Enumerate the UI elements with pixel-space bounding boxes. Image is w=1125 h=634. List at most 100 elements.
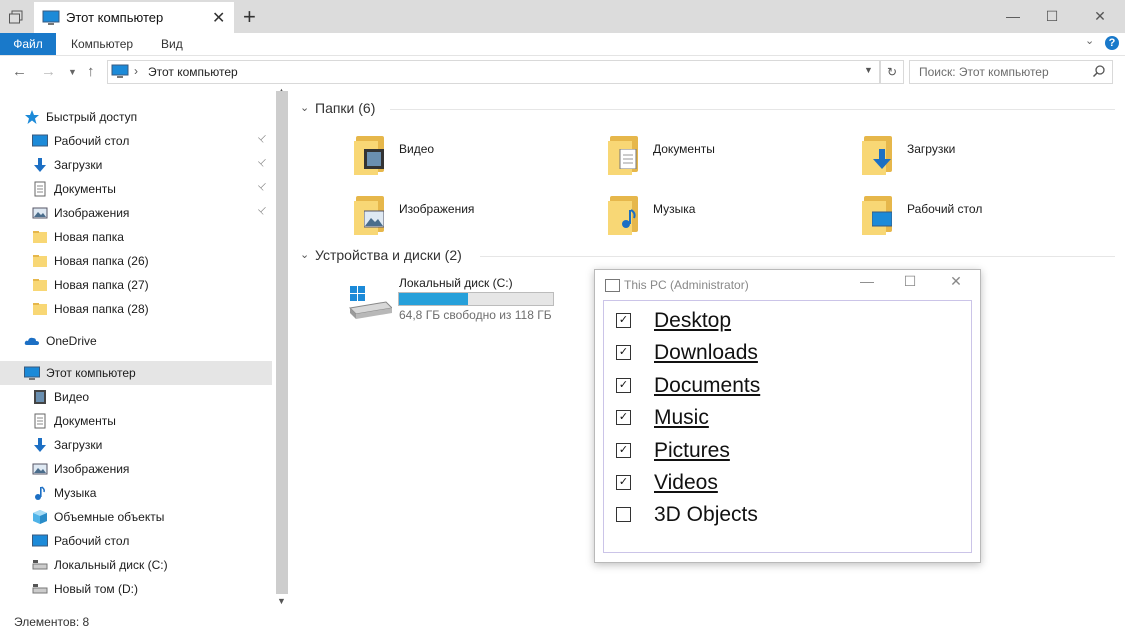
option-label[interactable]: Documents [654,374,760,398]
checkbox[interactable]: ✓ [616,475,631,490]
nav-pc-item[interactable]: Объемные объекты [0,505,272,529]
option-row[interactable]: 3D Objects [616,500,956,530]
nav-quick-item[interactable]: Загрузки ⊥ [0,153,272,177]
option-label[interactable]: Downloads [654,341,758,365]
back-arrow-icon[interactable]: ← [12,63,27,80]
nav-pc-item[interactable]: Изображения [0,457,272,481]
nav-label: Новая папка (27) [54,278,149,292]
nav-quick-item[interactable]: Новая папка (27) [0,273,272,297]
address-dropdown-icon[interactable]: ▼ [864,65,873,75]
nav-label: Видео [54,390,90,404]
ribbon-collapse-icon[interactable]: ⌄ [1085,34,1094,47]
nav-quick-item[interactable]: Новая папка [0,225,272,249]
nav-quick-item[interactable]: Новая папка (26) [0,249,272,273]
nav-label: Новая папка (28) [54,302,149,316]
up-arrow-icon[interactable]: ↑ [87,63,95,80]
this-pc-icon [42,10,60,25]
breadcrumb-separator[interactable]: › [134,64,138,78]
documents-icon [34,413,46,429]
recent-locations-icon[interactable]: ▼ [68,67,77,77]
nav-quick-access[interactable]: Быстрый доступ [0,105,272,129]
folders-section-header[interactable]: ⌄ Папки (6) [300,99,1115,119]
address-bar[interactable]: › Этот компьютер ▼ [107,60,880,84]
folder-tile[interactable]: Изображения [354,193,594,249]
nav-pc-item[interactable]: Рабочий стол [0,529,272,553]
option-row[interactable]: ✓ Desktop [616,306,956,336]
nav-onedrive[interactable]: OneDrive [0,329,272,353]
option-row[interactable]: ✓ Pictures [616,436,956,466]
search-input[interactable]: Поиск: Этот компьютер [909,60,1113,84]
dialog-maximize-button[interactable]: ☐ [895,273,925,290]
nav-quick-item[interactable]: Новая папка (28) [0,297,272,321]
folder-label: Изображения [399,202,475,216]
3d-objects-icon [33,510,47,524]
nav-quick-item[interactable]: Документы ⊥ [0,177,272,201]
ribbon-tab-view[interactable]: Вид [161,33,183,55]
nav-pc-item[interactable]: Видео [0,385,272,409]
checkbox[interactable]: ✓ [616,410,631,426]
folder-tile[interactable]: Музыка [608,193,848,249]
folder-icon [33,231,47,243]
drive-tile-c[interactable]: Локальный диск (C:) 64,8 ГБ свободно из … [348,274,558,324]
collapse-chevron-icon[interactable]: ⌄ [300,101,309,114]
nav-label: Музыка [54,486,97,500]
option-row[interactable]: ✓ Documents [616,371,956,401]
forward-arrow-icon[interactable]: → [41,63,56,80]
tab-close-icon[interactable]: ✕ [212,8,225,28]
refresh-icon[interactable]: ↻ [880,60,904,84]
search-icon[interactable] [1092,64,1106,78]
pictures-icon [32,463,48,475]
folder-tile[interactable]: Загрузки [862,133,1102,189]
nav-scrollbar[interactable]: ▲ ▼ [274,86,290,610]
nav-pc-item[interactable]: Загрузки [0,433,272,457]
nav-this-pc[interactable]: Этот компьютер [0,361,272,385]
nav-label: OneDrive [46,334,97,348]
option-label[interactable]: 3D Objects [654,503,758,527]
checkbox[interactable] [616,507,631,523]
dialog-close-button[interactable]: ✕ [941,273,971,290]
nav-quick-item[interactable]: Рабочий стол ⊥ [0,129,272,153]
tab-list-icon[interactable] [8,9,24,25]
breadcrumb-this-pc[interactable]: Этот компьютер [148,65,238,79]
folder-tile[interactable]: Видео [354,133,594,189]
close-button[interactable]: ✕ [1077,0,1123,33]
tab-this-pc[interactable]: Этот компьютер ✕ [34,2,234,33]
devices-section-header[interactable]: ⌄ Устройства и диски (2) [300,246,1115,266]
checkbox[interactable]: ✓ [616,345,631,361]
nav-pc-item[interactable]: Документы [0,409,272,433]
maximize-button[interactable]: ☐ [1029,0,1075,33]
downloads-icon [34,438,46,452]
help-icon[interactable]: ? [1105,36,1119,50]
option-row[interactable]: ✓ Videos [616,468,956,498]
desktop-icon [32,534,48,547]
nav-pc-item[interactable]: Новый том (D:) [0,577,272,601]
status-item-count: Элементов: 8 [14,615,90,629]
new-tab-button[interactable]: + [243,4,256,30]
pin-icon[interactable]: ⊥ [255,156,269,170]
checkbox[interactable]: ✓ [616,442,631,458]
option-row[interactable]: ✓ Downloads [616,338,956,368]
option-row[interactable]: ✓ Music [616,403,956,433]
nav-pc-item[interactable]: Локальный диск (C:) [0,553,272,577]
pin-icon[interactable]: ⊥ [255,180,269,194]
collapse-chevron-icon[interactable]: ⌄ [300,248,309,261]
folder-tile[interactable]: Документы [608,133,848,189]
option-label[interactable]: Pictures [654,439,730,463]
option-label[interactable]: Desktop [654,309,731,333]
nav-pc-item[interactable]: Музыка [0,481,272,505]
checkbox[interactable]: ✓ [616,377,631,393]
pin-icon[interactable]: ⊥ [255,132,269,146]
dialog-minimize-button[interactable]: — [852,273,882,289]
scroll-thumb[interactable] [276,91,288,594]
ribbon-tab-computer[interactable]: Компьютер [71,33,133,55]
checkbox[interactable]: ✓ [616,313,631,328]
pin-icon[interactable]: ⊥ [255,204,269,218]
documents-icon [34,181,46,197]
ribbon-tab-file[interactable]: Файл [0,33,56,55]
nav-label: Рабочий стол [54,534,130,548]
option-label[interactable]: Videos [654,471,718,495]
option-label[interactable]: Music [654,406,709,430]
nav-quick-item[interactable]: Изображения ⊥ [0,201,272,225]
folder-tile[interactable]: Рабочий стол [862,193,1102,249]
scroll-down-icon[interactable]: ▼ [277,596,286,606]
